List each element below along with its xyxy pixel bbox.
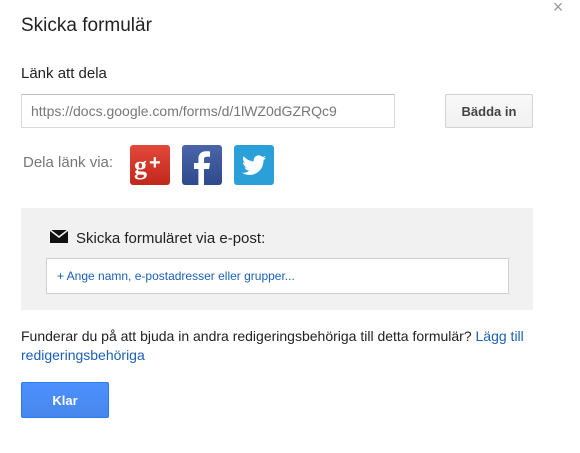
email-recipients-input[interactable]: + Ange namn, e-postadresser eller gruppe… (46, 258, 509, 294)
done-button[interactable]: Klar (21, 382, 109, 418)
email-share-panel: Skicka formuläret via e-post: + Ange nam… (21, 208, 533, 310)
svg-text:+: + (149, 152, 161, 174)
embed-button[interactable]: Bädda in (445, 94, 533, 128)
share-link-field[interactable] (21, 94, 395, 128)
invite-question: Funderar du på att bjuda in andra redige… (21, 328, 472, 344)
link-label: Länk att dela (21, 65, 107, 82)
svg-text:g: g (134, 151, 147, 180)
close-icon[interactable]: × (548, 0, 568, 18)
twitter-icon[interactable] (234, 145, 274, 185)
facebook-icon[interactable] (182, 145, 222, 185)
google-plus-icon[interactable]: g + (130, 145, 170, 185)
share-via-label: Dela länk via: (23, 154, 114, 171)
envelope-icon (49, 229, 69, 247)
invite-editors-text: Funderar du på att bjuda in andra redige… (21, 327, 541, 365)
share-form-dialog: × Skicka formulär Länk att dela Bädda in… (0, 0, 580, 453)
dialog-title: Skicka formulär (21, 15, 152, 36)
email-heading-text: Skicka formuläret via e-post: (76, 230, 266, 247)
email-recipients-placeholder: + Ange namn, e-postadresser eller gruppe… (57, 269, 295, 283)
email-heading: Skicka formuläret via e-post: (49, 229, 266, 247)
